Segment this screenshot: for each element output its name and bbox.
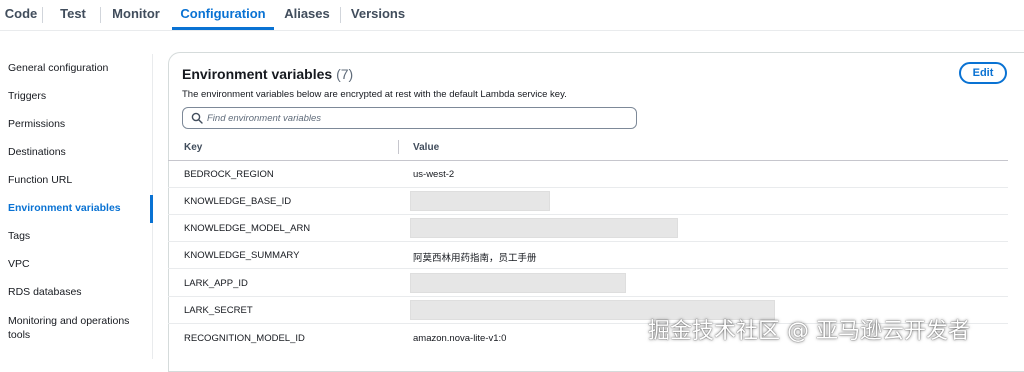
panel-title: Environment variables (7): [182, 66, 353, 82]
table-row: BEDROCK_REGION us-west-2: [168, 161, 1008, 188]
sidebar-item-monitoring-tools[interactable]: tools: [8, 329, 30, 341]
search-input[interactable]: [207, 110, 627, 126]
edit-button[interactable]: Edit: [959, 62, 1007, 84]
tab-configuration[interactable]: Configuration: [172, 0, 274, 30]
watermark: 掘金技术社区 @ 亚马逊云开发者: [648, 319, 970, 344]
env-key: LARK_APP_ID: [184, 278, 248, 289]
env-value: us-west-2: [413, 169, 455, 180]
sidebar-item-vpc[interactable]: VPC: [8, 258, 30, 270]
sidebar-active-indicator: [150, 195, 153, 223]
redacted-value: [410, 273, 626, 293]
sidebar-item-triggers[interactable]: Triggers: [8, 90, 46, 102]
sidebar-item-environment-variables[interactable]: Environment variables: [8, 202, 121, 214]
sidebar-item-monitoring-and-operations[interactable]: Monitoring and operations: [8, 315, 129, 327]
env-value: 阿莫西林用药指南，员工手册: [413, 253, 537, 264]
tab-test[interactable]: Test: [43, 0, 103, 30]
column-header-value[interactable]: Value: [413, 142, 439, 153]
env-key: KNOWLEDGE_MODEL_ARN: [184, 223, 311, 234]
search-icon: [191, 112, 203, 124]
env-value: amazon.nova-lite-v1:0: [413, 333, 507, 344]
sidebar-item-rds-databases[interactable]: RDS databases: [8, 286, 82, 298]
env-key: LARK_SECRET: [184, 305, 253, 316]
column-resize-handle[interactable]: [398, 140, 399, 154]
env-key: KNOWLEDGE_BASE_ID: [184, 196, 292, 207]
table-row: KNOWLEDGE_SUMMARY 阿莫西林用药指南，员工手册: [168, 242, 1008, 269]
panel-title-text: Environment variables: [182, 66, 333, 82]
table-row: KNOWLEDGE_MODEL_ARN: [168, 215, 1008, 242]
env-key: BEDROCK_REGION: [184, 169, 274, 180]
search-box[interactable]: [182, 107, 637, 129]
tab-versions[interactable]: Versions: [341, 0, 415, 30]
sidebar-item-permissions[interactable]: Permissions: [8, 118, 65, 130]
sidebar-item-tags[interactable]: Tags: [8, 230, 30, 242]
row-divider: [168, 268, 1008, 269]
variable-count: (7): [336, 66, 354, 82]
table-row: LARK_APP_ID: [168, 270, 1008, 297]
sidebar-item-function-url[interactable]: Function URL: [8, 174, 72, 186]
sidebar-item-general-configuration[interactable]: General configuration: [8, 62, 108, 74]
tab-bar: Code Test Monitor Configuration Aliases …: [0, 0, 1024, 31]
env-key: RECOGNITION_MODEL_ID: [184, 333, 305, 344]
panel-description: The environment variables below are encr…: [182, 89, 567, 100]
tab-aliases[interactable]: Aliases: [274, 0, 340, 30]
redacted-value: [410, 218, 678, 238]
tab-code[interactable]: Code: [0, 0, 42, 30]
env-key: KNOWLEDGE_SUMMARY: [184, 250, 300, 261]
tab-monitor[interactable]: Monitor: [101, 0, 171, 30]
table-row: KNOWLEDGE_BASE_ID: [168, 188, 1008, 215]
redacted-value: [410, 191, 550, 211]
sidebar-item-destinations[interactable]: Destinations: [8, 146, 66, 158]
column-header-key[interactable]: Key: [184, 142, 202, 153]
